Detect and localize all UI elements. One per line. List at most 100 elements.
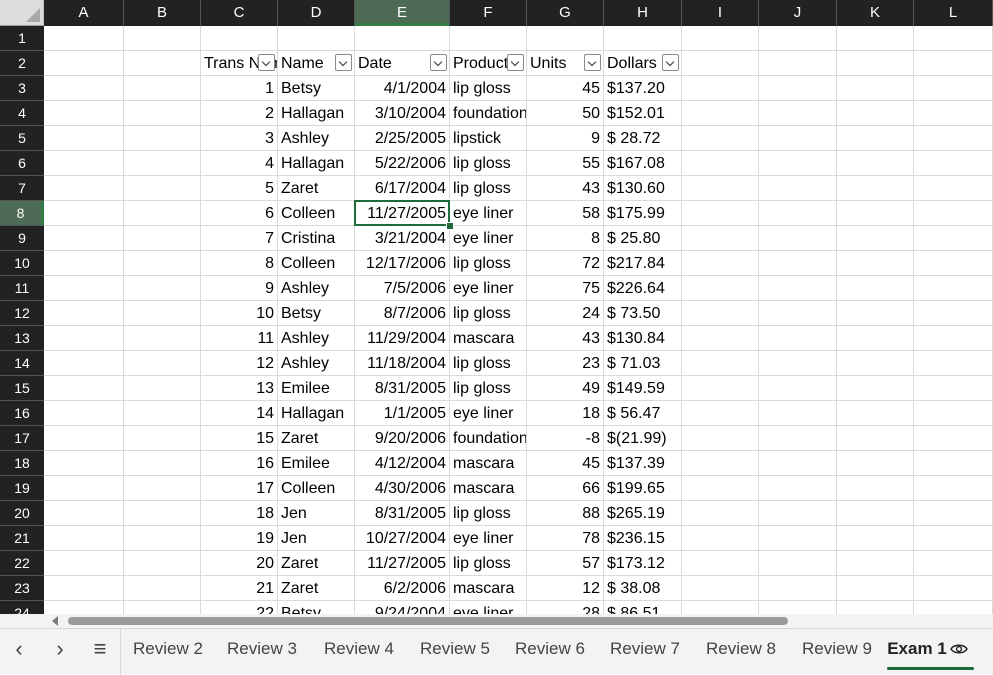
row-header-16[interactable]: 16: [0, 401, 44, 426]
table-cell-product[interactable]: lip gloss: [450, 351, 527, 376]
grid-cell[interactable]: [759, 251, 837, 276]
table-cell-name[interactable]: Emilee: [278, 376, 355, 401]
grid-cell[interactable]: [837, 151, 914, 176]
grid-cell[interactable]: [759, 576, 837, 601]
table-cell-name[interactable]: Emilee: [278, 451, 355, 476]
worksheet-grid[interactable]: A B C D E F G H I J K L 1 2 3 4 5 6 7 8 9 10 11 12 13 14 15 16 17 18 1…: [0, 0, 993, 614]
table-cell-name[interactable]: Zaret: [278, 426, 355, 451]
tab-review-2[interactable]: Review 2: [120, 629, 216, 674]
row-header-8[interactable]: 8: [0, 201, 44, 226]
grid-cell[interactable]: [124, 526, 201, 551]
grid-cell[interactable]: [44, 101, 124, 126]
grid-cell[interactable]: [837, 251, 914, 276]
tab-review-3[interactable]: Review 3: [214, 629, 310, 674]
grid-cell[interactable]: [837, 401, 914, 426]
table-cell-dollars[interactable]: $265.19: [604, 501, 682, 526]
grid-cell[interactable]: [124, 376, 201, 401]
grid-cell[interactable]: [914, 301, 993, 326]
table-cell-product[interactable]: lip gloss: [450, 301, 527, 326]
table-cell-product[interactable]: eye liner: [450, 226, 527, 251]
grid-cell[interactable]: [124, 251, 201, 276]
table-cell-dollars[interactable]: $ 25.80: [604, 226, 682, 251]
filter-dropdown-icon[interactable]: [430, 54, 447, 71]
table-cell-date[interactable]: 11/29/2004: [355, 326, 450, 351]
column-header-b[interactable]: B: [124, 0, 201, 26]
table-cell-date[interactable]: 9/20/2006: [355, 426, 450, 451]
grid-cell[interactable]: [914, 226, 993, 251]
table-cell-units[interactable]: 75: [527, 276, 604, 301]
grid-cell[interactable]: [682, 551, 759, 576]
table-cell-product[interactable]: lip gloss: [450, 76, 527, 101]
grid-cell[interactable]: [44, 376, 124, 401]
table-cell-date[interactable]: 3/10/2004: [355, 101, 450, 126]
table-cell-product[interactable]: lip gloss: [450, 501, 527, 526]
filter-dropdown-icon[interactable]: [584, 54, 601, 71]
grid-cell[interactable]: [44, 451, 124, 476]
grid-cell[interactable]: [124, 351, 201, 376]
grid-cell[interactable]: [44, 226, 124, 251]
grid-cell[interactable]: [837, 176, 914, 201]
table-cell-product[interactable]: eye liner: [450, 526, 527, 551]
filter-dropdown-icon[interactable]: [662, 54, 679, 71]
table-cell-units[interactable]: 28: [527, 601, 604, 614]
grid-cell[interactable]: [837, 226, 914, 251]
table-cell-date[interactable]: 8/31/2005: [355, 376, 450, 401]
grid-cell[interactable]: [44, 551, 124, 576]
table-cell-name[interactable]: Zaret: [278, 551, 355, 576]
table-cell-date[interactable]: 10/27/2004: [355, 526, 450, 551]
table-cell-dollars[interactable]: $137.39: [604, 451, 682, 476]
table-cell-dollars[interactable]: $226.64: [604, 276, 682, 301]
grid-cell[interactable]: [837, 326, 914, 351]
grid-cell[interactable]: [682, 226, 759, 251]
table-cell-dollars[interactable]: $ 38.08: [604, 576, 682, 601]
table-cell-trans[interactable]: 2: [201, 101, 278, 126]
grid-cell[interactable]: [124, 476, 201, 501]
grid-cell[interactable]: [44, 401, 124, 426]
grid-cell[interactable]: [44, 151, 124, 176]
table-cell-units[interactable]: 43: [527, 176, 604, 201]
table-cell-units[interactable]: 45: [527, 451, 604, 476]
table-cell-units[interactable]: 78: [527, 526, 604, 551]
table-cell-date[interactable]: 4/12/2004: [355, 451, 450, 476]
hamburger-menu-icon[interactable]: ≡: [87, 637, 113, 663]
grid-cell[interactable]: [837, 576, 914, 601]
grid-cell[interactable]: [682, 501, 759, 526]
grid-cell[interactable]: [682, 76, 759, 101]
table-cell-date[interactable]: 6/2/2006: [355, 576, 450, 601]
table-cell-units[interactable]: 57: [527, 551, 604, 576]
table-cell-units[interactable]: 45: [527, 76, 604, 101]
table-cell-trans[interactable]: 17: [201, 476, 278, 501]
table-cell-units[interactable]: 18: [527, 401, 604, 426]
grid-cell[interactable]: [914, 551, 993, 576]
grid-cell[interactable]: [837, 376, 914, 401]
column-header-k[interactable]: K: [837, 0, 914, 26]
table-cell-dollars[interactable]: $137.20: [604, 76, 682, 101]
grid-cell[interactable]: [759, 301, 837, 326]
grid-cell[interactable]: [759, 326, 837, 351]
table-cell-product[interactable]: eye liner: [450, 401, 527, 426]
table-cell-trans[interactable]: 9: [201, 276, 278, 301]
grid-cell[interactable]: [682, 151, 759, 176]
table-cell-product[interactable]: mascara: [450, 326, 527, 351]
table-cell-trans[interactable]: 13: [201, 376, 278, 401]
table-cell-trans[interactable]: 8: [201, 251, 278, 276]
grid-cell[interactable]: [914, 176, 993, 201]
table-cell-dollars[interactable]: $236.15: [604, 526, 682, 551]
grid-cell[interactable]: [914, 76, 993, 101]
column-header-e[interactable]: E: [355, 0, 450, 26]
grid-cell[interactable]: [914, 526, 993, 551]
grid-cell[interactable]: [682, 101, 759, 126]
table-cell-name[interactable]: Ashley: [278, 326, 355, 351]
grid-cell[interactable]: [682, 301, 759, 326]
grid-cell[interactable]: [837, 76, 914, 101]
grid-cell[interactable]: [914, 276, 993, 301]
grid-cell[interactable]: [124, 51, 201, 76]
grid-cell[interactable]: [682, 351, 759, 376]
grid-cell[interactable]: [682, 401, 759, 426]
table-cell-units[interactable]: 58: [527, 201, 604, 226]
grid-cell[interactable]: [837, 426, 914, 451]
grid-cell[interactable]: [914, 476, 993, 501]
grid-cell[interactable]: [759, 76, 837, 101]
grid-cell[interactable]: [682, 576, 759, 601]
table-cell-units[interactable]: -8: [527, 426, 604, 451]
